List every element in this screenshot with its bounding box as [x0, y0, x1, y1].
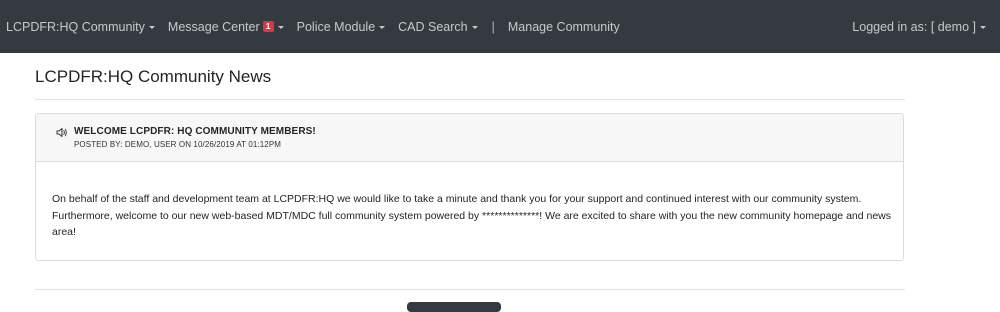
post-title: WELCOME LCPDFR: HQ COMMUNITY MEMBERS!	[74, 126, 316, 137]
nav-police-module-label: Police Module	[296, 19, 376, 34]
news-post-header: WELCOME LCPDFR: HQ COMMUNITY MEMBERS! PO…	[36, 114, 903, 162]
nav-separator: |	[491, 19, 495, 34]
nav-manage-community-link[interactable]: Manage Community	[508, 20, 620, 34]
news-post-card: WELCOME LCPDFR: HQ COMMUNITY MEMBERS! PO…	[35, 113, 904, 261]
nav-left: LCPDFR:HQ Community Message Center 1 Pol…	[0, 0, 620, 53]
nav-community-dropdown[interactable]: LCPDFR:HQ Community	[6, 20, 155, 34]
nav-right: Logged in as: [ demo ]	[852, 0, 986, 53]
title-divider	[35, 99, 905, 100]
speaker-icon	[56, 128, 67, 137]
post-meta: POSTED BY: DEMO, USER ON 10/26/2019 AT 0…	[74, 140, 282, 149]
nav-cad-search-dropdown[interactable]: CAD Search	[398, 19, 478, 34]
page-title: LCPDFR:HQ Community News	[35, 67, 272, 86]
message-count-badge: 1	[262, 21, 274, 32]
nav-cad-search-label: CAD Search	[398, 19, 468, 34]
chevron-down-icon	[277, 25, 284, 29]
bottom-divider	[35, 289, 905, 290]
chevron-down-icon	[471, 25, 478, 29]
nav-police-module-dropdown[interactable]: Police Module	[297, 20, 386, 34]
load-more-button[interactable]	[407, 302, 501, 312]
top-navbar: LCPDFR:HQ Community Message Center 1 Pol…	[0, 0, 1000, 53]
nav-message-center-label: Message Center	[167, 19, 260, 34]
nav-community-label: LCPDFR:HQ Community	[6, 19, 145, 34]
nav-message-center-dropdown[interactable]: Message Center 1	[168, 20, 284, 34]
post-body: On behalf of the staff and development t…	[52, 193, 892, 238]
user-account-dropdown[interactable]: Logged in as: [ demo ]	[852, 20, 986, 34]
chevron-down-icon	[980, 25, 986, 29]
nav-manage-community-label: Manage Community	[507, 19, 620, 34]
chevron-down-icon	[379, 25, 386, 29]
logged-in-label: Logged in as: [ demo ]	[852, 19, 976, 34]
chevron-down-icon	[148, 25, 155, 29]
